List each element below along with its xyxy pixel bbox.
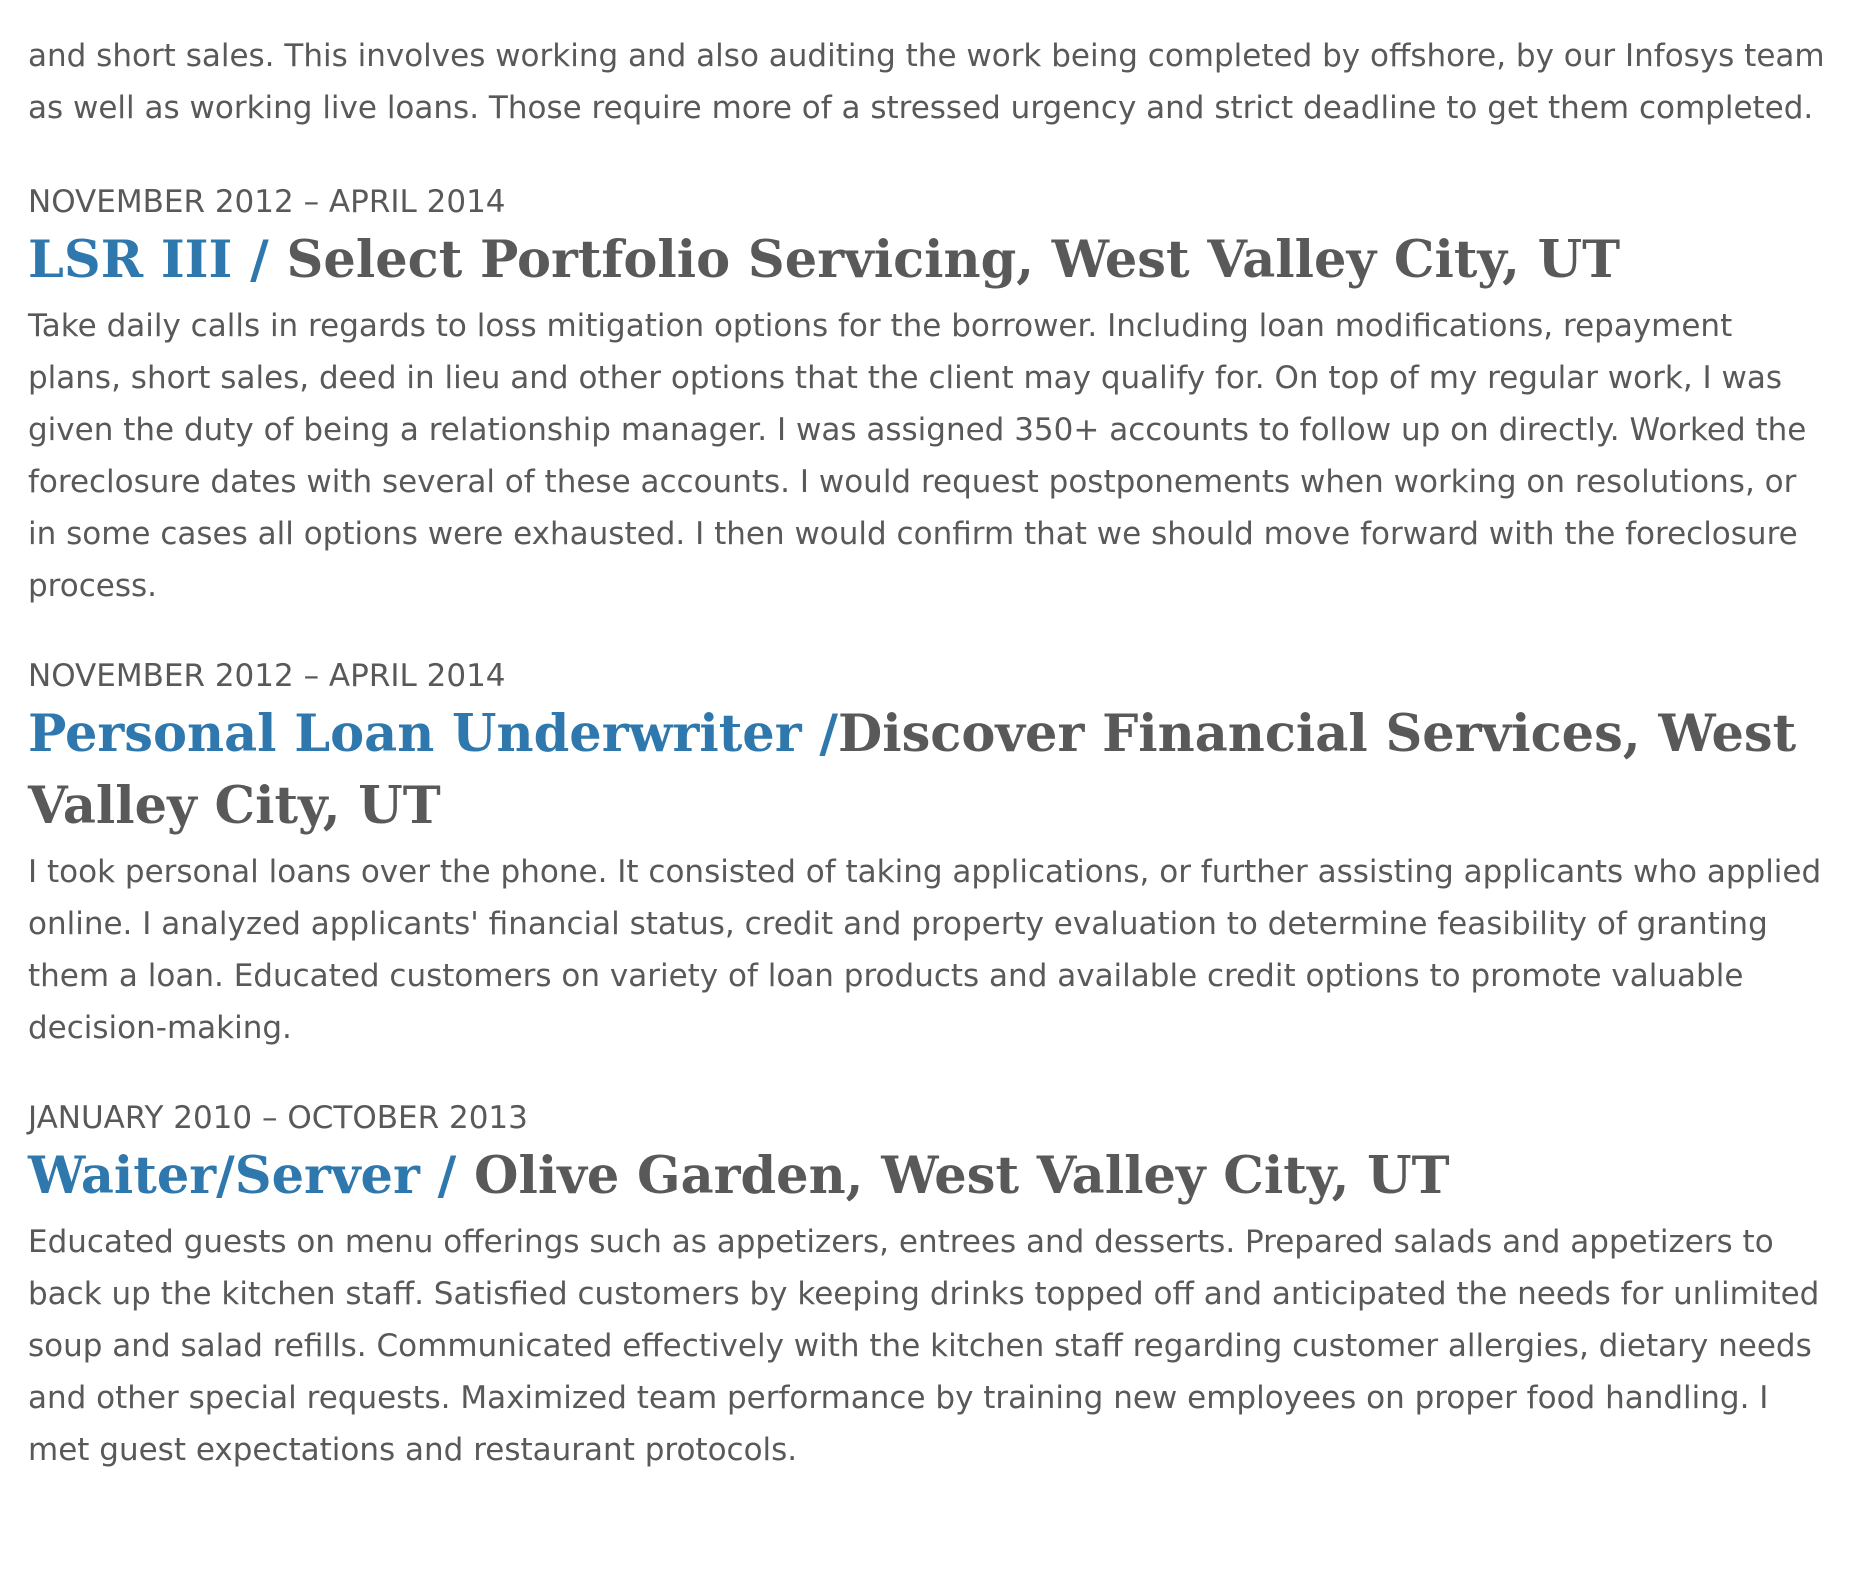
job-role: Personal Loan Underwriter / bbox=[28, 704, 838, 764]
job-role: Waiter/Server / bbox=[28, 1146, 475, 1206]
job-dates: JANUARY 2010 – OCTOBER 2013 bbox=[28, 1100, 528, 1136]
job-role: LSR III / bbox=[28, 230, 287, 290]
job-dates: NOVEMBER 2012 – APRIL 2014 bbox=[28, 658, 506, 694]
job-entry-waiter: JANUARY 2010 – OCTOBER 2013 Waiter/Serve… bbox=[28, 1096, 1828, 1476]
job-description: Educated guests on menu offerings such a… bbox=[28, 1224, 1820, 1468]
job-description: I took personal loans over the phone. It… bbox=[28, 854, 1822, 1046]
job-company: Olive Garden, West Valley City, UT bbox=[474, 1146, 1450, 1206]
job-description: Take daily calls in regards to loss miti… bbox=[28, 308, 1807, 604]
job-dates: NOVEMBER 2012 – APRIL 2014 bbox=[28, 184, 506, 220]
job-company: Select Portfolio Servicing, West Valley … bbox=[286, 230, 1621, 290]
resume-page: and short sales. This involves working a… bbox=[28, 30, 1828, 1518]
job-entry-lsr: NOVEMBER 2012 – APRIL 2014 LSR III / Sel… bbox=[28, 180, 1828, 612]
job-heading: Waiter/Server / Olive Garden, West Valle… bbox=[28, 1140, 1828, 1212]
job-heading: Personal Loan Underwriter /Discover Fina… bbox=[28, 698, 1828, 842]
job-entry-underwriter: NOVEMBER 2012 – APRIL 2014 Personal Loan… bbox=[28, 654, 1828, 1054]
job-heading: LSR III / Select Portfolio Servicing, We… bbox=[28, 224, 1828, 296]
intro-paragraph: and short sales. This involves working a… bbox=[28, 38, 1825, 126]
